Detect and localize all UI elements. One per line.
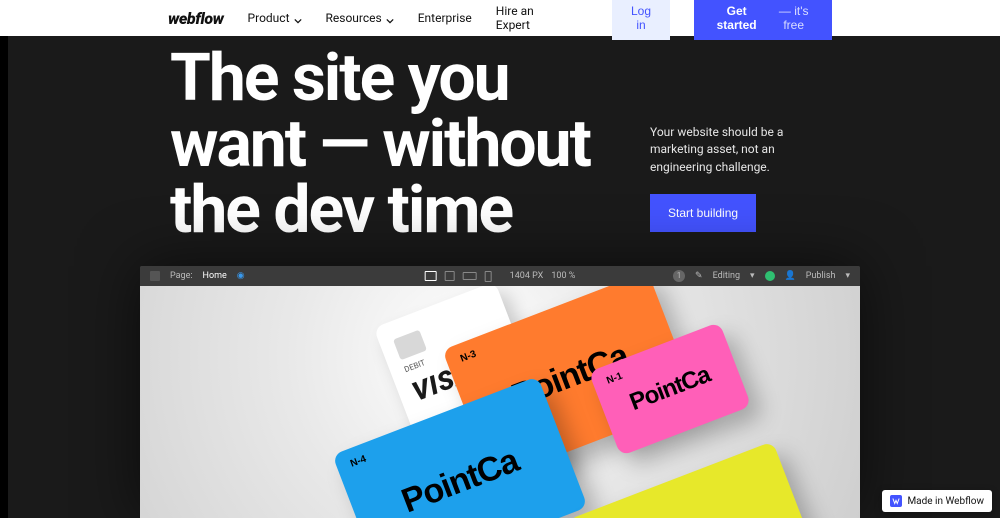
- get-started-label: Get started: [708, 4, 765, 32]
- user-count-badge[interactable]: 1: [673, 270, 685, 282]
- desktop-viewport-icon[interactable]: [425, 271, 437, 281]
- page-name[interactable]: Home: [203, 271, 227, 281]
- designer-preview: Page: Home ◉ 1404 PX 100 % 1 ✎ Editing ▾…: [140, 266, 860, 518]
- nav-product-label: Product: [248, 11, 290, 25]
- canvas-width: 1404 PX: [510, 271, 544, 281]
- nav-enterprise[interactable]: Enterprise: [418, 11, 472, 25]
- logo[interactable]: webflow: [168, 9, 224, 28]
- card-chip-icon: [393, 330, 427, 361]
- hero-title: The site you want — without the dev time: [170, 46, 650, 244]
- card-brand: PointCa: [396, 441, 523, 518]
- designer-topbar: Page: Home ◉ 1404 PX 100 % 1 ✎ Editing ▾…: [140, 266, 860, 286]
- card-code: N-1: [605, 371, 624, 387]
- card-code: N-4: [349, 454, 368, 470]
- card-code: N-3: [459, 349, 478, 365]
- card-yellow: PointCa: [567, 441, 823, 518]
- status-icon: [765, 271, 775, 281]
- zoom-level: 100 %: [551, 271, 575, 281]
- get-started-button[interactable]: Get started — it's free: [694, 0, 832, 40]
- login-button[interactable]: Log in: [612, 0, 670, 40]
- chevron-down-icon: [294, 14, 302, 22]
- get-started-free: — it's free: [769, 4, 818, 32]
- nav-hire-label: Hire an Expert: [496, 4, 564, 32]
- nav-product[interactable]: Product: [248, 11, 302, 25]
- publish-label[interactable]: Publish: [806, 271, 836, 281]
- chevron-down-icon: ▾: [750, 271, 755, 281]
- page-label: Page:: [170, 271, 193, 281]
- tablet-viewport-icon[interactable]: [445, 271, 455, 281]
- webflow-icon[interactable]: [150, 271, 160, 281]
- top-nav: webflow Product Resources Enterprise Hir…: [0, 0, 1000, 36]
- chevron-down-icon: ▾: [845, 271, 850, 281]
- person-icon[interactable]: 👤: [785, 271, 796, 281]
- nav-resources-label: Resources: [326, 11, 382, 25]
- made-in-webflow-badge[interactable]: Made in Webflow: [882, 490, 992, 512]
- hero: The site you want — without the dev time…: [0, 36, 1000, 244]
- editing-label[interactable]: Editing: [713, 271, 740, 281]
- edit-icon[interactable]: ✎: [695, 271, 703, 281]
- card-brand: PointCa: [626, 361, 714, 417]
- nav-enterprise-label: Enterprise: [418, 11, 472, 25]
- mobile-viewport-icon[interactable]: [485, 271, 492, 282]
- nav-resources[interactable]: Resources: [326, 11, 394, 25]
- chevron-down-icon: [386, 14, 394, 22]
- hero-aside: Your website should be a marketing asset…: [650, 46, 830, 232]
- designer-canvas[interactable]: DEBIT VISA VISA N-3 PointCa N-1 PointCa …: [140, 286, 860, 518]
- made-in-label: Made in Webflow: [907, 496, 984, 507]
- hero-subtitle: Your website should be a marketing asset…: [650, 124, 830, 176]
- preview-icon[interactable]: ◉: [237, 271, 245, 281]
- nav-hire-expert[interactable]: Hire an Expert: [496, 4, 564, 32]
- viewport-controls: 1404 PX 100 %: [425, 271, 576, 282]
- webflow-icon: [890, 495, 902, 507]
- card-brand: PointCa: [631, 506, 758, 518]
- designer-right-controls: 1 ✎ Editing ▾ 👤 Publish ▾: [673, 270, 850, 282]
- mobile-landscape-viewport-icon[interactable]: [463, 272, 477, 280]
- start-building-button[interactable]: Start building: [650, 194, 756, 232]
